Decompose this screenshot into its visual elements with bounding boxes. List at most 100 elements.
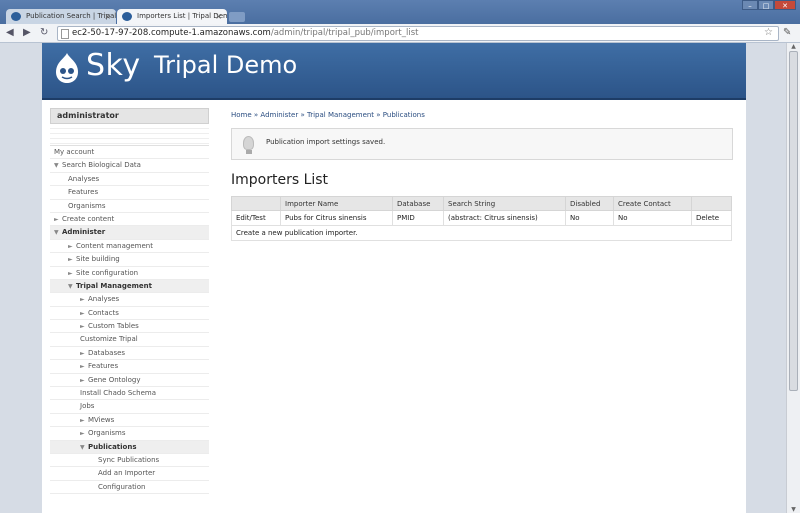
sidebar-item-label: Install Chado Schema <box>80 389 157 398</box>
collapsed-arrow-icon: ► <box>80 309 85 317</box>
sidebar-item-mviews[interactable]: ► MViews <box>50 414 209 428</box>
breadcrumb[interactable]: Home » Administer » Tripal Management » … <box>231 108 733 122</box>
sidebar-item-label: MViews <box>88 415 115 424</box>
sidebar-item-tripal-analyses[interactable]: ► Analyses <box>50 293 209 307</box>
tab-importers-list[interactable]: Importers List | Tripal Demo × <box>117 9 227 24</box>
sidebar-item-publications[interactable]: ▼ Publications <box>50 440 209 454</box>
scroll-down-icon[interactable]: ▼ <box>787 506 800 513</box>
sidebar-item-label: Site building <box>76 255 120 264</box>
delete-link[interactable]: Delete <box>691 210 732 226</box>
sidebar-divider <box>50 124 209 146</box>
scroll-up-icon[interactable]: ▲ <box>787 43 800 50</box>
sidebar-item-tripal-management[interactable]: ▼ Tripal Management <box>50 279 209 294</box>
collapsed-arrow-icon: ► <box>80 363 85 371</box>
address-bar[interactable]: ec2-50-17-97-208.compute-1.amazonaws.com… <box>57 26 779 41</box>
sidebar-item-content-management[interactable]: ► Content management <box>50 240 209 254</box>
sidebar-item-sync-publications[interactable]: Sync Publications <box>50 454 209 468</box>
importers-table: Importer Name Database Search String Dis… <box>231 196 732 241</box>
site-brand[interactable]: Sky <box>86 48 141 83</box>
collapsed-arrow-icon: ► <box>80 349 85 357</box>
expanded-arrow-icon: ▼ <box>54 162 59 170</box>
expanded-arrow-icon: ▼ <box>54 229 59 237</box>
close-window-icon[interactable]: ✕ <box>774 0 796 10</box>
page-viewport: Sky Tripal Demo administrator My account… <box>0 43 786 513</box>
sidebar-item-label: Jobs <box>80 402 95 411</box>
sidebar-item-administer[interactable]: ▼ Administer <box>50 226 209 240</box>
lightbulb-icon <box>243 136 254 150</box>
sidebar-item-label: Create content <box>62 214 115 223</box>
collapsed-arrow-icon: ► <box>80 430 85 438</box>
sidebar-item-label: Site configuration <box>76 268 139 277</box>
status-text: Publication import settings saved. <box>266 138 386 146</box>
site-header: Sky Tripal Demo <box>42 43 746 100</box>
sidebar-item-label: Organisms <box>68 201 106 210</box>
drupal-logo-icon[interactable] <box>54 52 80 84</box>
sidebar-item-label: Databases <box>88 348 126 357</box>
sidebar-item-site-building[interactable]: ► Site building <box>50 253 209 267</box>
sidebar-item-label: Administer <box>62 228 106 237</box>
sidebar-item-label: My account <box>54 148 95 156</box>
column-header: Database <box>392 196 444 211</box>
create-importer-link[interactable]: Create a new publication importer. <box>231 225 732 241</box>
importer-name-cell: Pubs for Citrus sinensis <box>280 210 393 226</box>
tab-label: Publication Search | Tripal <box>26 12 116 20</box>
lightbulb-base-icon <box>246 150 252 154</box>
sidebar-item-analyses[interactable]: Analyses <box>50 173 209 187</box>
sidebar-item-jobs[interactable]: Jobs <box>50 400 209 414</box>
database-cell: PMID <box>392 210 444 226</box>
table-header-row: Importer Name Database Search String Dis… <box>231 196 732 211</box>
sidebar-item-label: Contacts <box>88 308 119 317</box>
scrollbar-thumb[interactable] <box>789 51 798 391</box>
collapsed-arrow-icon: ► <box>54 215 59 223</box>
tab-publication-search[interactable]: Publication Search | Tripal × <box>6 9 116 24</box>
new-tab-button[interactable] <box>229 12 245 22</box>
sidebar-item-features[interactable]: Features <box>50 186 209 200</box>
wrench-icon[interactable]: ✎ <box>783 27 791 39</box>
forward-icon[interactable]: ▶ <box>23 27 31 39</box>
collapsed-arrow-icon: ► <box>68 269 73 277</box>
expanded-arrow-icon: ▼ <box>68 282 73 290</box>
table-row: Edit/Test Pubs for Citrus sinensis PMID … <box>231 210 732 226</box>
maximize-icon[interactable]: □ <box>758 0 774 10</box>
edit-test-link[interactable]: Edit/Test <box>231 210 281 226</box>
sidebar-item-search-biological-data[interactable]: ▼ Search Biological Data <box>50 159 209 173</box>
disabled-cell: No <box>565 210 614 226</box>
sidebar-navigation: administrator My account ▼ Search Biologi… <box>50 108 209 513</box>
column-header <box>231 196 281 211</box>
main-content: Home » Administer » Tripal Management » … <box>231 108 733 241</box>
close-icon[interactable]: × <box>215 9 222 24</box>
minimize-icon[interactable]: – <box>742 0 758 10</box>
sidebar-item-organisms[interactable]: Organisms <box>50 200 209 213</box>
back-icon[interactable]: ◀ <box>6 27 14 39</box>
column-header: Create Contact <box>613 196 692 211</box>
create-contact-cell: No <box>613 210 692 226</box>
bookmark-star-icon[interactable]: ☆ <box>764 27 773 39</box>
page: Sky Tripal Demo administrator My account… <box>42 43 746 513</box>
sidebar-item-customize-tripal[interactable]: Customize Tripal <box>50 333 209 347</box>
sidebar-item-configuration[interactable]: Configuration <box>50 481 209 495</box>
sidebar-item-create-content[interactable]: ► Create content <box>50 213 209 227</box>
browser-toolbar: ◀ ▶ ↻ ec2-50-17-97-208.compute-1.amazona… <box>0 24 800 43</box>
vertical-scrollbar[interactable]: ▲ ▼ <box>786 43 800 513</box>
close-icon[interactable]: × <box>104 9 111 24</box>
sidebar-item-custom-tables[interactable]: ► Custom Tables <box>50 320 209 334</box>
sidebar-item-label: Customize Tripal <box>80 335 138 344</box>
column-header: Search String <box>443 196 566 211</box>
site-name[interactable]: Tripal Demo <box>154 51 297 79</box>
sidebar-item-label: Search Biological Data <box>62 161 141 170</box>
sidebar-item-site-configuration[interactable]: ► Site configuration <box>50 267 209 280</box>
sidebar-item-contacts[interactable]: ► Contacts <box>50 307 209 321</box>
reload-icon[interactable]: ↻ <box>40 27 48 39</box>
sidebar-item-my-account[interactable]: My account <box>50 146 209 160</box>
page-title: Importers List <box>231 172 329 188</box>
sidebar-item-label: Sync Publications <box>98 455 160 464</box>
collapsed-arrow-icon: ► <box>68 242 73 250</box>
sidebar-item-databases[interactable]: ► Databases <box>50 347 209 361</box>
sidebar-item-install-chado-schema[interactable]: Install Chado Schema <box>50 387 209 401</box>
sidebar-item-label: Custom Tables <box>88 322 139 331</box>
browser-tab-strip: Publication Search | Tripal × Importers … <box>0 0 800 24</box>
sidebar-item-gene-ontology[interactable]: ► Gene Ontology <box>50 374 209 388</box>
sidebar-item-tripal-features[interactable]: ► Features <box>50 360 209 374</box>
sidebar-item-add-an-importer[interactable]: Add an Importer <box>50 467 209 481</box>
sidebar-item-tripal-organisms[interactable]: ► Organisms <box>50 427 209 441</box>
